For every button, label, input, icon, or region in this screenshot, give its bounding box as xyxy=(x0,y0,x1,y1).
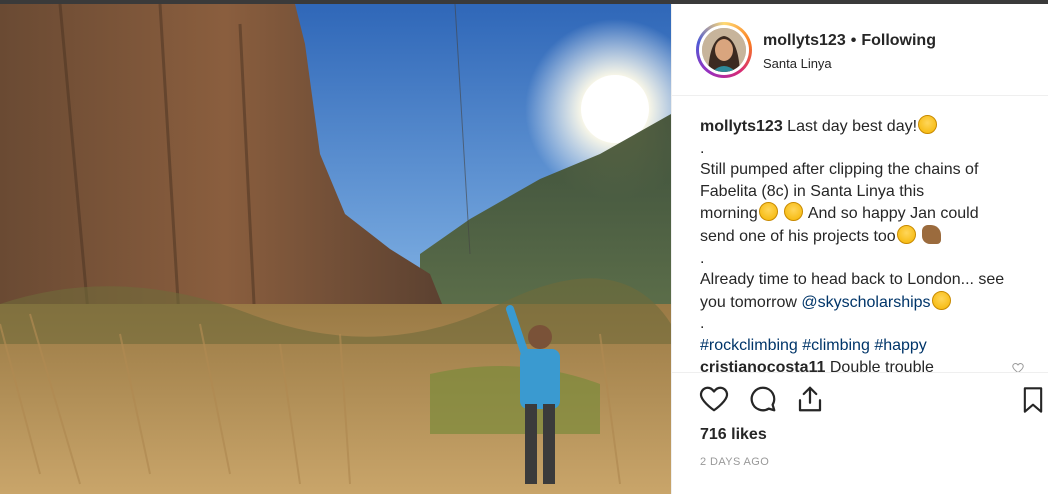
share-upload-icon[interactable] xyxy=(795,384,825,419)
separator-dot: • xyxy=(850,32,857,49)
caption-area: mollyts123 Last day best day! . Still pu… xyxy=(672,97,1048,373)
caption-text: mollyts123 Last day best day! . Still pu… xyxy=(700,115,1020,357)
caption-dot: . xyxy=(700,315,705,333)
caption-dot: . xyxy=(700,249,705,267)
post-photo-image xyxy=(0,4,671,494)
caption-line: Fabelita (8c) in Santa Linya this xyxy=(700,182,925,200)
post-actions: 716 likes 2 DAYS AGO xyxy=(672,374,1048,494)
comment-text: Double trouble xyxy=(829,359,934,373)
caption-line: Still pumped after clipping the chains o… xyxy=(700,161,979,179)
grin-emoji-icon xyxy=(931,290,951,310)
sweat-smile-emoji-icon xyxy=(758,202,778,222)
caption-first-line: Last day best day! xyxy=(787,118,918,135)
caption-line: morning xyxy=(700,205,758,223)
post-photo[interactable] xyxy=(0,4,671,494)
flexed-biceps-emoji-icon xyxy=(922,224,942,244)
hashtag-link[interactable]: #happy xyxy=(874,337,927,354)
hashtag-link[interactable]: #climbing xyxy=(802,337,870,354)
grimace-emoji-icon xyxy=(918,115,938,134)
post-timestamp[interactable]: 2 DAYS AGO xyxy=(700,456,769,468)
speech-bubble-icon[interactable] xyxy=(747,384,779,419)
post-details-panel: mollyts123 • Following Santa Linya mollyts… xyxy=(671,4,1048,494)
tears-of-joy-emoji-icon xyxy=(784,202,804,222)
heart-eyes-emoji-icon xyxy=(896,224,916,244)
likes-count[interactable]: 716 likes xyxy=(700,426,767,444)
post-header: mollyts123 • Following Santa Linya xyxy=(672,4,1048,96)
comment-username[interactable]: cristianocosta11 xyxy=(700,359,825,372)
avatar-story-ring[interactable] xyxy=(696,22,752,78)
caption-dot: . xyxy=(700,139,705,157)
caption-line: And so happy Jan could xyxy=(807,205,979,223)
bookmark-icon[interactable] xyxy=(1019,384,1047,421)
hashtag-link[interactable]: #rockclimbing xyxy=(700,337,798,354)
caption-line: you tomorrow xyxy=(700,293,797,311)
username-row: mollyts123 • Following xyxy=(763,32,936,50)
caption-username[interactable]: mollyts123 xyxy=(700,118,783,135)
avatar[interactable] xyxy=(702,28,746,72)
username-link[interactable]: mollyts123 xyxy=(763,32,846,49)
comment-like-heart-icon[interactable] xyxy=(1012,361,1024,372)
caption-line: send one of his projects too xyxy=(700,227,896,245)
location-link[interactable]: Santa Linya xyxy=(763,56,832,71)
following-button[interactable]: Following xyxy=(861,32,936,49)
comment-row: cristianocosta11 Double trouble xyxy=(700,359,934,373)
mention-link[interactable]: @skyscholarships xyxy=(801,294,930,311)
heart-outline-icon[interactable] xyxy=(698,384,730,419)
caption-line: Already time to head back to London... s… xyxy=(700,271,1005,289)
